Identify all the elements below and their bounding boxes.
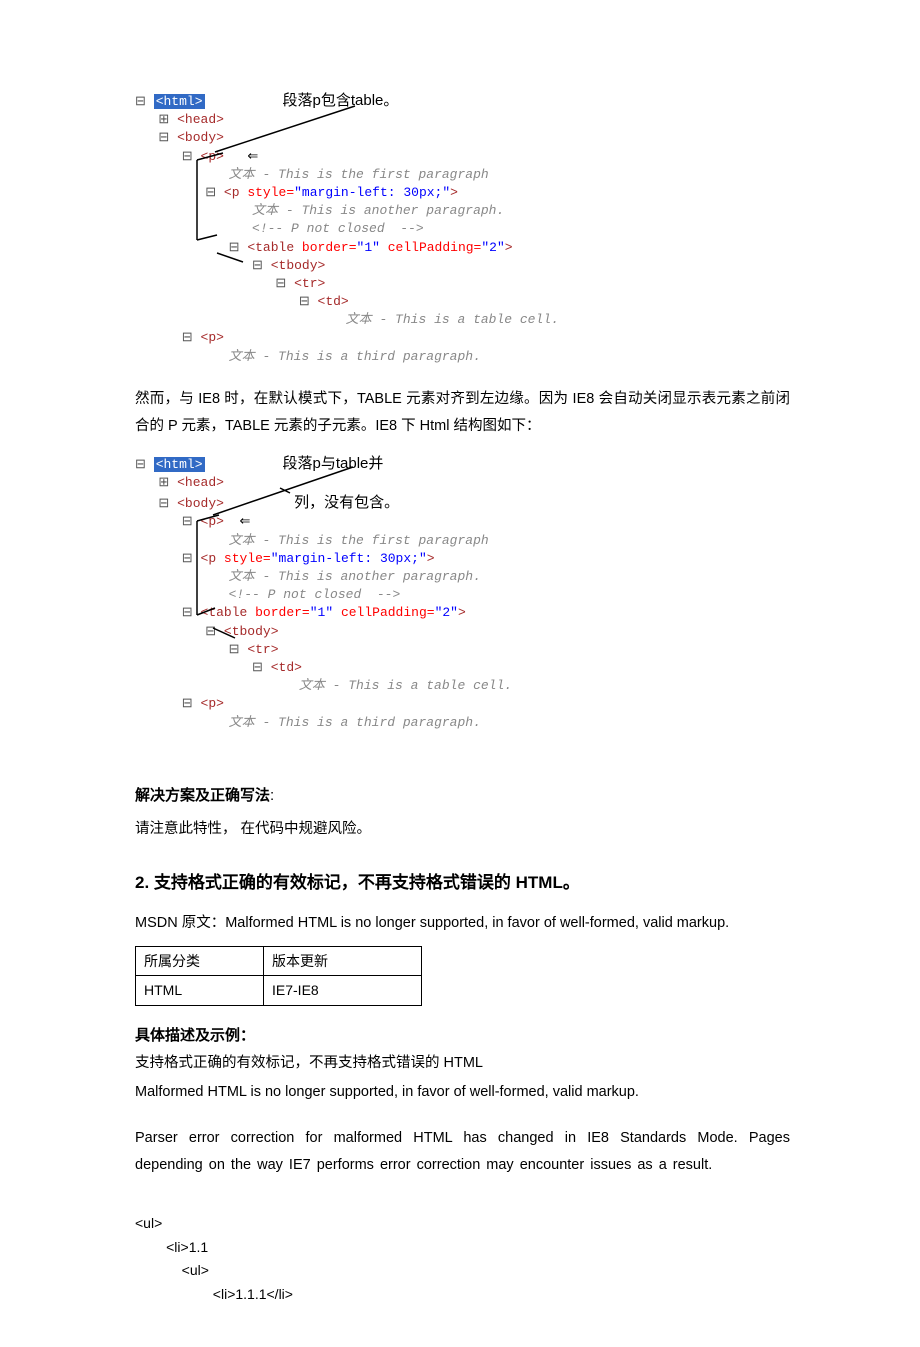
dom-tree-illustration-2: ⊟ <html> 段落p与table并 ⊞ <head> ⊟ <body> 列，… bbox=[135, 453, 790, 732]
table-header-category: 所属分类 bbox=[136, 947, 264, 976]
annotation-2b: 列，没有包含。 bbox=[294, 494, 399, 511]
table-header-version: 版本更新 bbox=[264, 947, 422, 976]
table-cell-version: IE7-IE8 bbox=[264, 976, 422, 1005]
table-row: 所属分类 版本更新 bbox=[136, 947, 422, 976]
annotation-1: 段落p包含table。 bbox=[283, 92, 399, 109]
solution-note: 请注意此特性， 在代码中规避风险。 bbox=[135, 816, 790, 844]
table-cell-category: HTML bbox=[136, 976, 264, 1005]
detail-line-2: Malformed HTML is no longer supported, i… bbox=[135, 1079, 790, 1107]
detail-heading: 具体描述及示例： bbox=[135, 1024, 790, 1048]
code-example: <ul> <li>1.1 <ul> <li>1.1.1</li> bbox=[135, 1188, 790, 1307]
section-2-heading: 2. 支持格式正确的有效标记，不再支持格式错误的 HTML。 bbox=[135, 869, 790, 896]
table-row: HTML IE7-IE8 bbox=[136, 976, 422, 1005]
tag-html: <html> bbox=[154, 94, 205, 109]
detail-line-1: 支持格式正确的有效标记，不再支持格式错误的 HTML bbox=[135, 1050, 790, 1078]
msdn-text: MSDN 原文：Malformed HTML is no longer supp… bbox=[135, 910, 790, 938]
solution-heading: 解决方案及正确写法: bbox=[135, 784, 790, 808]
annotation-2a: 段落p与table并 bbox=[283, 455, 384, 472]
detail-line-3: Parser error correction for malformed HT… bbox=[135, 1125, 790, 1180]
category-table: 所属分类 版本更新 HTML IE7-IE8 bbox=[135, 946, 422, 1006]
dom-tree-illustration-1: ⊟ <html> 段落p包含table。 ⊞ <head> ⊟ <body> ⊟… bbox=[135, 90, 790, 366]
paragraph-1: 然而，与 IE8 时，在默认模式下，TABLE 元素对齐到左边缘。因为 IE8 … bbox=[135, 386, 790, 441]
